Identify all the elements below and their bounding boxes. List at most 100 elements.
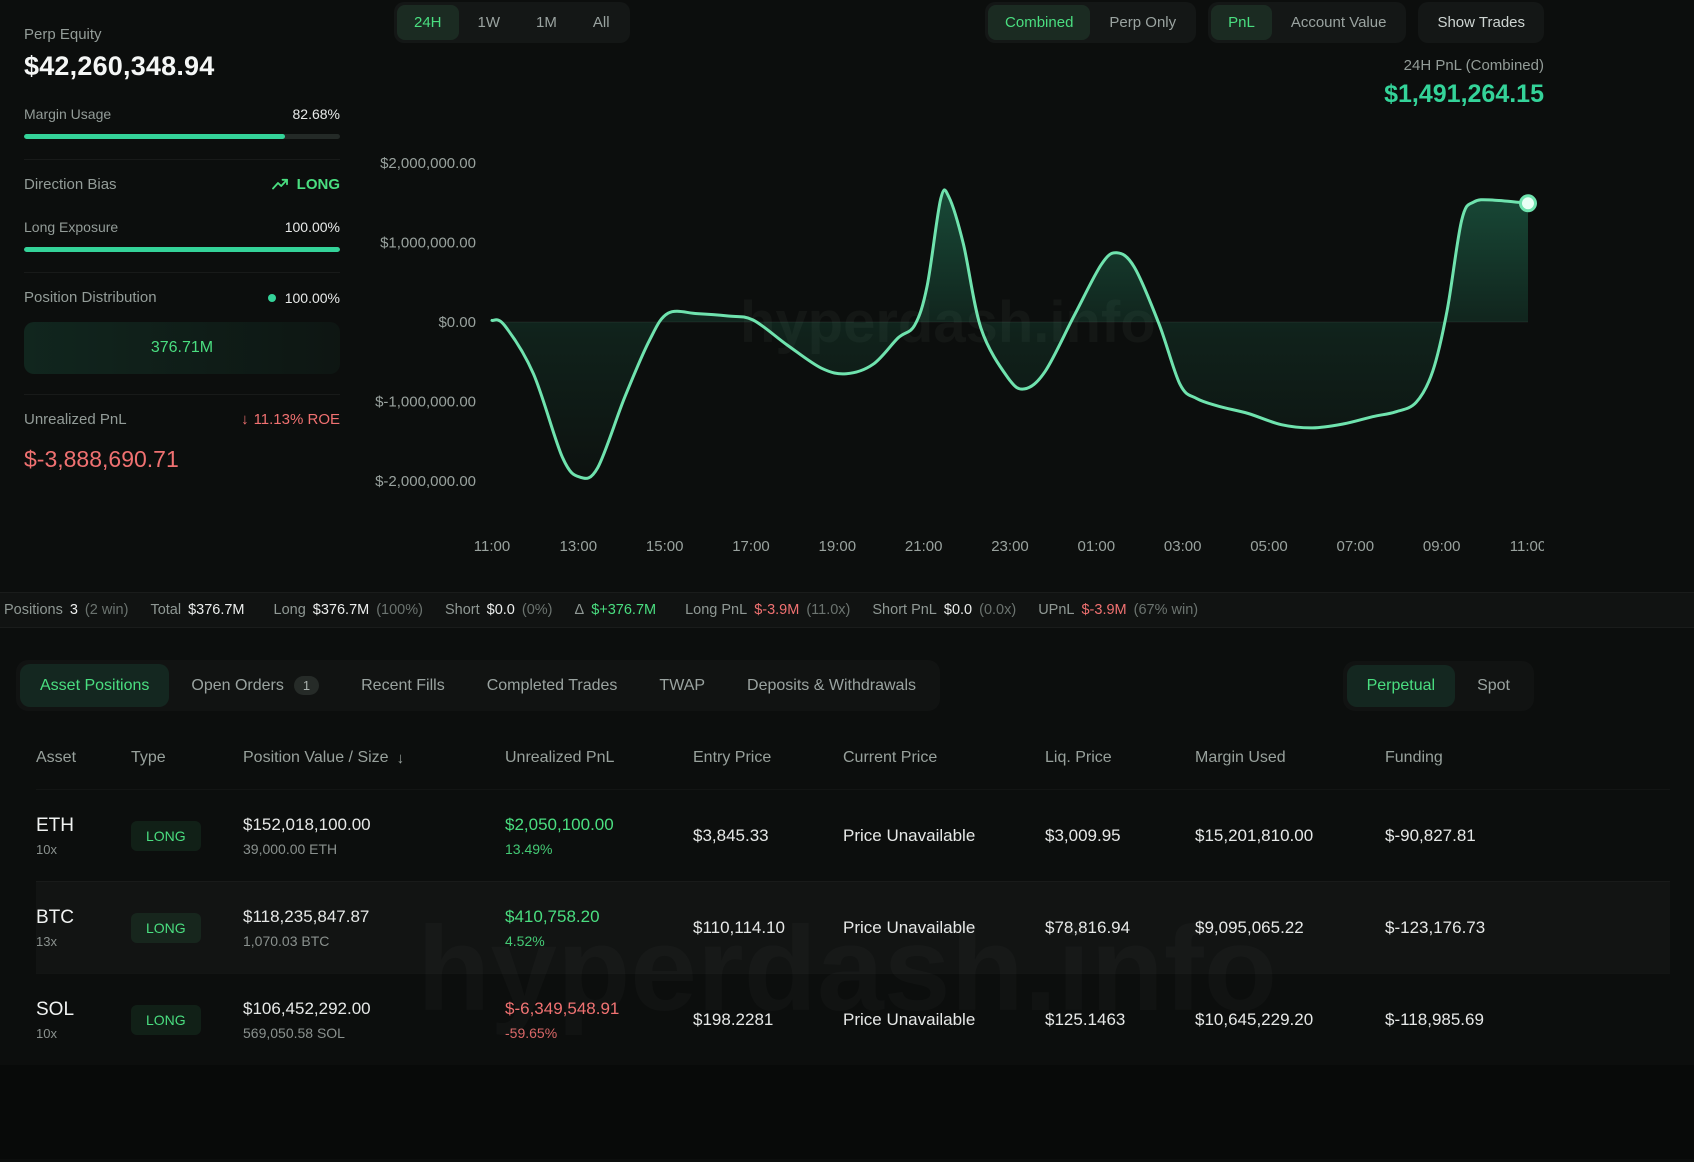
stat-label: Total <box>150 602 181 618</box>
tab-label: Recent Fills <box>361 677 445 695</box>
x-axis-tick-label: 05:00 <box>1250 538 1288 555</box>
column-header-funding[interactable]: Funding <box>1385 749 1670 767</box>
position-value: $118,235,847.87 <box>243 907 505 927</box>
mode-tab-perp-only[interactable]: Perp Only <box>1092 5 1193 40</box>
asset-cell: BTC 13x <box>36 907 131 949</box>
long-badge: LONG <box>131 1005 201 1035</box>
funding-cell: $-118,985.69 <box>1385 1010 1670 1030</box>
stat-short: Short $0.0 (0%) <box>445 602 553 618</box>
asset-cell: SOL 10x <box>36 999 131 1041</box>
chart-right-controls: Combined Perp Only PnL Account Value Sho… <box>985 2 1544 43</box>
stat-value: $0.0 <box>944 602 972 618</box>
column-header-entry-price[interactable]: Entry Price <box>693 749 843 767</box>
time-range-tabs: 24H 1W 1M All <box>394 2 630 43</box>
y-axis-tick-label: $0.00 <box>438 314 476 331</box>
stat-extra: (2 win) <box>85 602 129 618</box>
y-axis-tick-label: $-2,000,000.00 <box>375 473 476 490</box>
stat-upnl: UPnL $-3.9M (67% win) <box>1038 602 1198 618</box>
tab-asset-positions[interactable]: Asset Positions <box>20 664 169 707</box>
pnl-chart[interactable]: hyperdash.info$2,000,000.00$1,000,000.00… <box>368 111 1544 561</box>
table-row-eth[interactable]: ETH 10x LONG $152,018,100.00 39,000.00 E… <box>36 789 1670 881</box>
tab-completed-trades[interactable]: Completed Trades <box>467 664 638 707</box>
long-exposure-label: Long Exposure <box>24 219 118 235</box>
stat-value: $0.0 <box>487 602 515 618</box>
column-header-unrealized-pnl[interactable]: Unrealized PnL <box>505 749 693 767</box>
metric-tab-pnl[interactable]: PnL <box>1211 5 1272 40</box>
long-exposure-bar-fill <box>24 247 340 252</box>
column-header-margin-used[interactable]: Margin Used <box>1195 749 1385 767</box>
margin-usage-bar <box>24 134 340 139</box>
positions-tabs-row: Asset Positions Open Orders 1 Recent Fil… <box>0 660 1694 711</box>
range-tab-1w[interactable]: 1W <box>461 5 518 40</box>
x-axis-tick-label: 03:00 <box>1164 538 1202 555</box>
stat-extra: (11.0x) <box>806 602 850 618</box>
unrealized-pnl-pct: 4.52% <box>505 933 693 949</box>
x-axis-tick-label: 01:00 <box>1078 538 1116 555</box>
table-row-btc[interactable]: BTC 13x LONG $118,235,847.87 1,070.03 BT… <box>36 881 1670 973</box>
unrealized-pnl-pct: 13.49% <box>505 841 693 857</box>
unrealized-pnl-section: Unrealized PnL ↓ 11.13% ROE $-3,888,690.… <box>24 395 340 493</box>
delta-icon: Δ <box>575 602 585 618</box>
asset-symbol: BTC <box>36 907 131 929</box>
long-dot-icon <box>268 294 276 302</box>
x-axis-tick-label: 11:00 <box>474 538 510 555</box>
position-distribution-section: Position Distribution 100.00% 376.71M <box>24 273 340 395</box>
position-distribution-box[interactable]: 376.71M <box>24 322 340 374</box>
column-header-type[interactable]: Type <box>131 749 243 767</box>
metric-tab-account-value[interactable]: Account Value <box>1274 5 1404 40</box>
show-trades-button[interactable]: Show Trades <box>1418 2 1544 43</box>
tab-open-orders[interactable]: Open Orders 1 <box>171 664 339 707</box>
x-axis-tick-label: 11:00 <box>1510 538 1544 555</box>
bottom-strip <box>0 1065 1694 1159</box>
market-tab-group: Perpetual Spot <box>1343 661 1534 711</box>
tab-perpetual[interactable]: Perpetual <box>1347 665 1456 707</box>
direction-bias-label: Direction Bias <box>24 176 117 193</box>
asset-leverage: 10x <box>36 842 131 857</box>
range-tab-all[interactable]: All <box>576 5 627 40</box>
mode-tabs: Combined Perp Only <box>985 2 1196 43</box>
current-price-cell: Price Unavailable <box>843 826 1045 846</box>
type-cell: LONG <box>131 821 243 851</box>
y-axis-tick-label: $2,000,000.00 <box>380 155 476 172</box>
tab-label: Perpetual <box>1367 677 1436 695</box>
tab-spot[interactable]: Spot <box>1457 665 1530 707</box>
pnl-area-fill <box>492 190 1528 479</box>
entry-price-cell: $110,114.10 <box>693 918 843 938</box>
unrealized-pnl-value: $410,758.20 <box>505 907 693 927</box>
stat-value: $-3.9M <box>1081 602 1126 618</box>
table-row-sol[interactable]: SOL 10x LONG $106,452,292.00 569,050.58 … <box>36 973 1670 1065</box>
stat-label: Short PnL <box>872 602 937 618</box>
margin-used-cell: $9,095,065.22 <box>1195 918 1385 938</box>
perp-equity-section: Perp Equity $42,260,348.94 Margin Usage … <box>24 10 340 160</box>
unrealized-pnl-cell: $2,050,100.00 13.49% <box>505 815 693 857</box>
tab-label: Asset Positions <box>40 677 149 695</box>
column-header-current-price[interactable]: Current Price <box>843 749 1045 767</box>
sort-descending-icon[interactable]: ↓ <box>397 750 405 767</box>
mode-tab-combined[interactable]: Combined <box>988 5 1090 40</box>
tab-twap[interactable]: TWAP <box>639 664 725 707</box>
tab-label: Completed Trades <box>487 677 618 695</box>
asset-symbol: ETH <box>36 815 131 837</box>
unrealized-pnl-cell: $-6,349,548.91 -59.65% <box>505 999 693 1041</box>
column-header-position-value[interactable]: Position Value / Size ↓ <box>243 749 505 767</box>
stat-extra: (0%) <box>522 602 553 618</box>
funding-cell: $-123,176.73 <box>1385 918 1670 938</box>
liq-price-cell: $3,009.95 <box>1045 826 1195 846</box>
stat-positions: Positions 3 (2 win) <box>4 602 128 618</box>
type-cell: LONG <box>131 913 243 943</box>
entry-price-cell: $198.2281 <box>693 1010 843 1030</box>
tab-deposits-withdrawals[interactable]: Deposits & Withdrawals <box>727 664 936 707</box>
long-badge: LONG <box>131 821 201 851</box>
tab-label: TWAP <box>659 677 705 695</box>
position-distribution-label: Position Distribution <box>24 289 157 306</box>
column-header-asset[interactable]: Asset <box>36 749 131 767</box>
tab-recent-fills[interactable]: Recent Fills <box>341 664 465 707</box>
direction-bias-text: LONG <box>297 176 340 193</box>
range-tab-1m[interactable]: 1M <box>519 5 574 40</box>
stat-label: Short <box>445 602 480 618</box>
tab-label: Deposits & Withdrawals <box>747 677 916 695</box>
stat-extra: (100%) <box>376 602 423 618</box>
position-value-cell: $118,235,847.87 1,070.03 BTC <box>243 907 505 949</box>
range-tab-24h[interactable]: 24H <box>397 5 459 40</box>
column-header-liq-price[interactable]: Liq. Price <box>1045 749 1195 767</box>
